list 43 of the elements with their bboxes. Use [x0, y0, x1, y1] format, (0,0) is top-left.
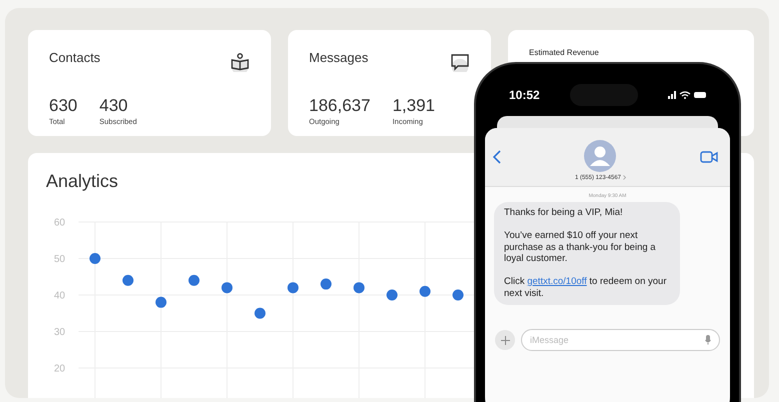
chat-icon	[450, 52, 470, 72]
data-point	[90, 253, 100, 264]
axis-label: 20	[54, 364, 66, 374]
data-point	[122, 274, 134, 286]
video-camera-icon	[700, 151, 718, 163]
chart-title: Analytics	[46, 171, 118, 192]
message-text: Click gettxt.co/10off to redeem on your next visit.	[504, 276, 668, 299]
axis-label: 30	[54, 327, 66, 338]
data-point	[320, 278, 332, 290]
axis-label: 60	[54, 218, 66, 228]
card-title: Contacts	[49, 50, 100, 65]
stat-value: 630	[49, 96, 78, 116]
microphone-icon	[705, 335, 711, 345]
data-point	[188, 274, 200, 286]
chevron-left-icon	[493, 150, 501, 164]
back-button[interactable]	[493, 150, 501, 164]
status-icons-drawing	[668, 90, 708, 100]
card-title: Estimated Revenue	[529, 48, 599, 57]
stat-value: 430	[99, 96, 129, 116]
message-text: You’ve earned $10 off your next purchase as a thank-you for being a loyal customer.	[504, 230, 657, 264]
data-point	[420, 286, 430, 297]
stat-value: 186,637	[309, 96, 370, 116]
data-point	[386, 290, 398, 300]
book-icon	[230, 52, 250, 72]
data-point	[452, 290, 464, 300]
data-point	[354, 282, 364, 294]
add-button[interactable]	[495, 330, 515, 350]
axis-label: 50	[54, 254, 66, 265]
data-point	[222, 282, 232, 294]
data-point	[288, 282, 298, 294]
axis-label: 40	[54, 290, 66, 302]
chevron-right-icon	[623, 175, 626, 180]
message-text: Thanks for being a VIP, Mia!	[504, 207, 624, 218]
message-link[interactable]: gettxt.co/10off	[527, 276, 587, 287]
avatar-icon	[584, 140, 616, 172]
stat-value: 1,391	[392, 96, 435, 116]
data-point	[156, 296, 166, 308]
data-point	[254, 308, 266, 319]
message-input-field[interactable]: iMessage	[521, 329, 720, 351]
video-call-button[interactable]	[700, 151, 718, 163]
plus-icon	[500, 336, 510, 344]
card-title: Messages	[309, 50, 368, 65]
status-time: 10:52	[509, 88, 540, 102]
